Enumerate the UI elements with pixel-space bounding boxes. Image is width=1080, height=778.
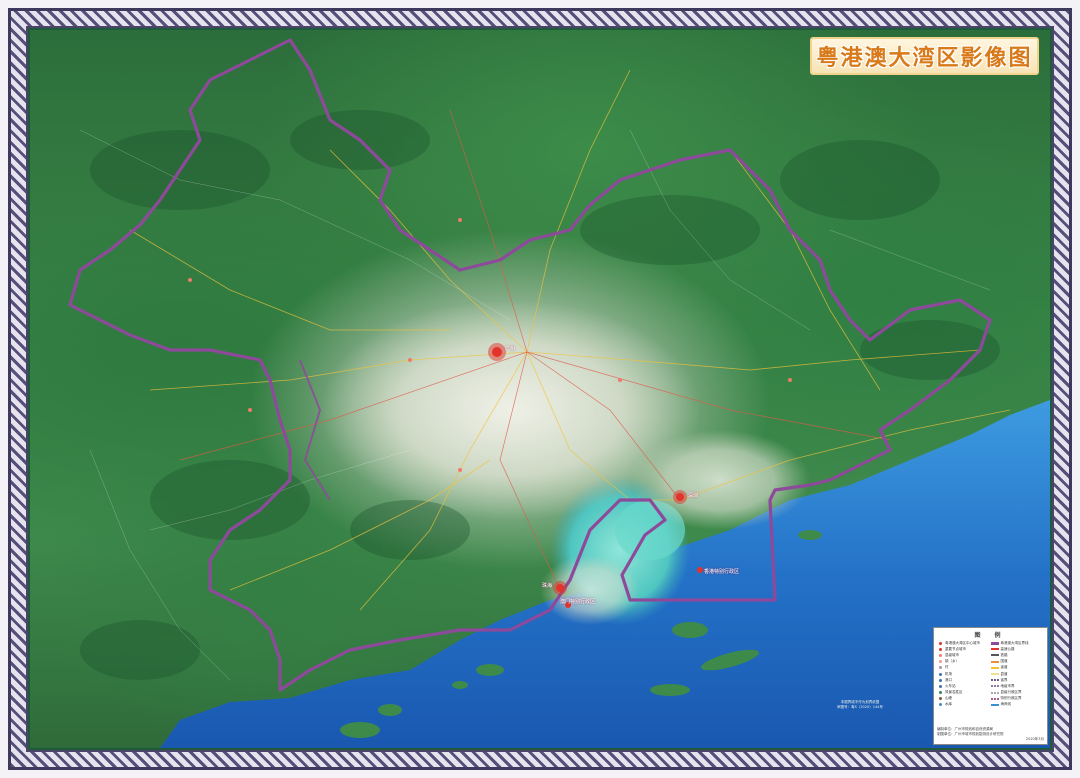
- map-note-line2: 审图号：粤S（2020）144号: [837, 705, 883, 709]
- legend-item: 水库: [937, 702, 991, 708]
- city-label-guangzhou: 广州: [505, 346, 516, 352]
- legend-column-right: 粤港澳大湾区界线 高速公路 铁路 国道 省道 县道 省界 地级市界 县级行政区界…: [990, 640, 1045, 708]
- coastline-icon: [990, 703, 999, 706]
- sar-border-icon: [990, 697, 999, 700]
- airport-icon: [939, 672, 942, 676]
- city-dot-icon: [939, 647, 942, 651]
- legend-date: 2020年3月: [1025, 737, 1044, 741]
- station-icon: [939, 684, 942, 688]
- highway-line-icon: [990, 648, 999, 651]
- city-label-zhuhai: 珠海: [542, 583, 553, 589]
- county-road-icon: [990, 673, 999, 676]
- map-title: 粤港澳大湾区影像图: [816, 46, 1033, 71]
- county-border-icon: [990, 691, 999, 694]
- map-legend: 图 例 粤港澳大湾区中心城市 重要节点城市 县级城市 镇（乡） 村 机场 港口 …: [933, 627, 1048, 745]
- city-label-macau: 澳门特别行政区: [560, 599, 596, 605]
- city-dot-large-icon: [939, 641, 942, 645]
- legend-column-left: 粤港澳大湾区中心城市 重要节点城市 县级城市 镇（乡） 村 机场 港口 火车站 …: [937, 640, 991, 708]
- port-icon: [939, 678, 942, 682]
- city-label-shenzhen: 深圳: [688, 493, 699, 499]
- village-dot-icon: [939, 666, 942, 670]
- legend-footer: 编制单位：广州市规划和自然资源局 制图单位：广州市城市规划勘测设计研究院 202…: [937, 727, 1044, 742]
- scenic-icon: [939, 691, 942, 695]
- map-note: 本图界线不作为划界依据 审图号：粤S（2020）144号: [790, 700, 930, 710]
- town-dot-icon: [939, 660, 942, 664]
- city-label-hongkong: 香港特别行政区: [704, 569, 740, 575]
- legend-title: 图 例: [974, 632, 1007, 639]
- boundary-line-icon: [990, 641, 999, 645]
- city-border-icon: [990, 685, 999, 688]
- railway-line-icon: [990, 654, 999, 657]
- peak-icon: [939, 697, 942, 701]
- map-drawing: [68, 38, 1050, 748]
- reservoir-icon: [939, 703, 942, 707]
- city-dot-icon: [939, 653, 942, 657]
- provincial-road-icon: [990, 666, 999, 669]
- national-road-icon: [990, 660, 999, 663]
- legend-item: 海岸线: [990, 702, 1045, 708]
- province-border-icon: [990, 679, 999, 682]
- map-title-box: 粤港澳大湾区影像图: [810, 37, 1039, 75]
- satellite-map[interactable]: [30, 30, 1050, 748]
